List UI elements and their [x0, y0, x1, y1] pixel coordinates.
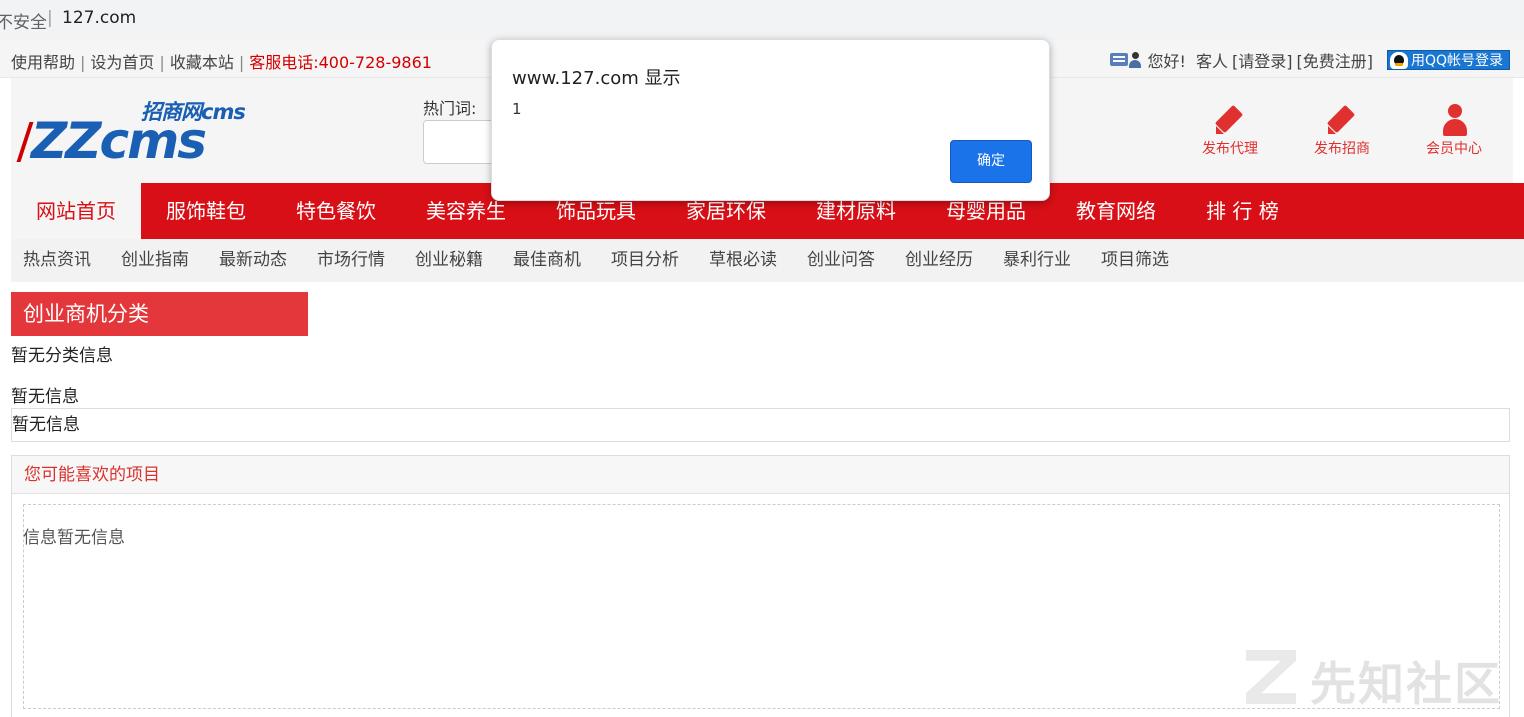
- watermark-logo-icon: [1246, 650, 1296, 704]
- qq-login-label: 用QQ帐号登录: [1410, 53, 1503, 69]
- qq-penguin-icon: [1389, 51, 1408, 69]
- user-box: 您好! 客人 [请登录] [免费注册] 用QQ帐号登录: [1109, 48, 1510, 72]
- top-links: 使用帮助 | 设为首页 | 收藏本站 | 客服电话:400-728-9861: [11, 49, 432, 73]
- service-phone: 客服电话:400-728-9861: [249, 53, 432, 72]
- top-divider: |: [238, 53, 245, 72]
- pencil-icon: [1322, 104, 1362, 136]
- register-link[interactable]: [免费注册]: [1296, 48, 1373, 72]
- subnav-item[interactable]: 创业指南: [106, 239, 204, 282]
- address-url[interactable]: 127.com: [62, 8, 136, 28]
- subnav-item[interactable]: 创业问答: [792, 239, 890, 282]
- info-list-box: 暂无信息: [11, 408, 1510, 442]
- post-investment-button[interactable]: 发布招商: [1307, 104, 1377, 158]
- subnav-item[interactable]: 创业秘籍: [400, 239, 498, 282]
- subnav-item[interactable]: 市场行情: [302, 239, 400, 282]
- subnav-item[interactable]: 创业经历: [890, 239, 988, 282]
- alert-dialog: www.127.com 显示 1 确定: [491, 39, 1050, 201]
- nav-ranking[interactable]: 排 行 榜: [1181, 183, 1304, 239]
- login-link[interactable]: [请登录]: [1232, 48, 1293, 72]
- subnav-item[interactable]: 项目筛选: [1086, 239, 1184, 282]
- sub-navigation: 热点资讯 创业指南 最新动态 市场行情 创业秘籍 最佳商机 项目分析 草根必读 …: [11, 239, 1524, 282]
- post-investment-label: 发布招商: [1314, 141, 1370, 157]
- category-empty-text: 暂无分类信息: [11, 346, 113, 366]
- category-title: 创业商机分类: [11, 292, 308, 336]
- subnav-item[interactable]: 热点资讯: [11, 239, 106, 282]
- address-separator: |: [47, 8, 53, 28]
- set-homepage-link[interactable]: 设为首页: [90, 53, 154, 72]
- member-icon: [1434, 104, 1474, 136]
- logo-wordmark: ZZcms: [31, 112, 207, 170]
- dialog-ok-button[interactable]: 确定: [950, 140, 1032, 183]
- browser-address-bar[interactable]: 不安全 | 127.com: [0, 0, 1524, 40]
- info-empty-text: 暂无信息: [11, 387, 79, 407]
- nav-education[interactable]: 教育网络: [1051, 183, 1181, 239]
- member-center-label: 会员中心: [1426, 141, 1482, 157]
- nav-apparel[interactable]: 服饰鞋包: [141, 183, 271, 239]
- dialog-message: 1: [512, 100, 522, 118]
- member-center-button[interactable]: 会员中心: [1419, 104, 1489, 158]
- nav-catering[interactable]: 特色餐饮: [271, 183, 401, 239]
- post-agent-button[interactable]: 发布代理: [1195, 104, 1265, 158]
- recommended-projects-title: 您可能喜欢的项目: [12, 456, 1509, 494]
- post-agent-label: 发布代理: [1202, 141, 1258, 157]
- subnav-item[interactable]: 暴利行业: [988, 239, 1086, 282]
- qq-login-button[interactable]: 用QQ帐号登录: [1386, 50, 1510, 70]
- nav-home[interactable]: 网站首页: [11, 183, 141, 239]
- pencil-icon: [1210, 104, 1250, 136]
- top-divider: |: [159, 53, 165, 72]
- top-divider: |: [80, 53, 86, 72]
- subnav-item[interactable]: 项目分析: [596, 239, 694, 282]
- hotwords-label: 热门词:: [423, 99, 477, 118]
- user-card-icon: [1109, 51, 1144, 69]
- site-logo[interactable]: 招商网cms ZZcms: [16, 96, 273, 170]
- bookmark-link[interactable]: 收藏本站: [170, 53, 234, 72]
- greeting-text: 您好!: [1147, 52, 1186, 71]
- guest-text: 客人: [1195, 52, 1228, 71]
- subnav-item[interactable]: 最佳商机: [498, 239, 596, 282]
- help-link[interactable]: 使用帮助: [11, 53, 75, 72]
- watermark: 先知社区: [1246, 648, 1506, 711]
- watermark-text: 先知社区: [1310, 657, 1502, 711]
- security-indicator[interactable]: 不安全: [0, 8, 47, 33]
- recommended-empty-text: 信息暂无信息: [23, 528, 125, 548]
- subnav-item[interactable]: 最新动态: [204, 239, 302, 282]
- dialog-title: www.127.com 显示: [512, 68, 681, 89]
- subnav-item[interactable]: 草根必读: [694, 239, 792, 282]
